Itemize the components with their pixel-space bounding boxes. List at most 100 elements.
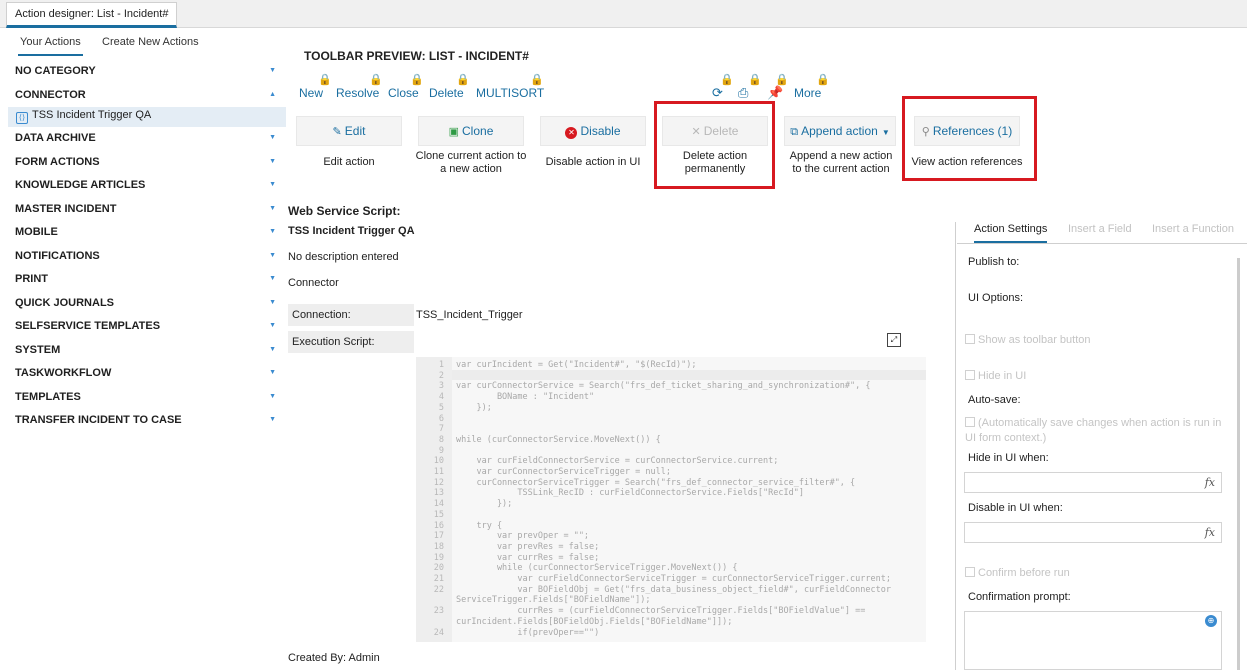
lock-icon: 🔒 (456, 74, 470, 86)
pin-icon[interactable]: 📌 (767, 85, 783, 101)
tab-insert-field[interactable]: Insert a Field (1068, 223, 1132, 241)
code-text: currRes = (curFieldConnectorServiceTrigg… (456, 606, 866, 617)
preview-more-button[interactable]: More (794, 86, 821, 100)
globe-icon[interactable]: ⊕ (1205, 615, 1217, 627)
preview-delete-button[interactable]: Delete (429, 86, 464, 100)
line-number: 23 (433, 606, 444, 617)
line-number: 15 (433, 509, 444, 520)
line-number: 22 (433, 584, 444, 595)
auto-save-checkbox[interactable]: (Automatically save changes when action … (965, 416, 1227, 446)
disable-button[interactable]: ✕ Disable (540, 116, 646, 146)
clone-icon: ▣ (448, 126, 460, 138)
category-selfservice-templates[interactable]: SELFSERVICE TEMPLATES ▼ (8, 317, 286, 341)
checkbox-box (965, 334, 975, 344)
pencil-icon: ✎ (332, 126, 342, 138)
code-text: if(prevOper=="") (456, 627, 600, 638)
chevron-down-icon: ▼ (269, 204, 276, 212)
document-tab-bar: Action designer: List - Incident# (0, 0, 1247, 28)
script-category: Connector (288, 277, 339, 289)
clone-button[interactable]: ▣ Clone (418, 116, 524, 146)
code-line: 6 (416, 414, 444, 424)
tab-create-new-actions[interactable]: Create New Actions (100, 36, 201, 54)
disable-when-input[interactable]: fx (964, 522, 1222, 543)
line-number: 3 (438, 381, 444, 392)
expand-icon[interactable]: ⤢ (887, 333, 901, 347)
line-number: 16 (433, 520, 444, 531)
lock-icon: 🔒 (816, 74, 830, 86)
line-number: 2 (438, 370, 444, 381)
tab-insert-function[interactable]: Insert a Function (1152, 223, 1234, 241)
category-taskworkflow[interactable]: TASKWORKFLOW ▼ (8, 364, 286, 388)
chevron-down-icon: ▼ (269, 228, 276, 235)
chevron-up-icon: ▲ (269, 90, 276, 98)
code-line: 15 (416, 510, 444, 520)
code-line: 21 var curFieldConnectorServiceTrigger =… (416, 574, 891, 584)
function-icon[interactable]: fx (1205, 526, 1215, 539)
preview-multisort-button[interactable]: MULTISORT (476, 86, 544, 100)
code-line: 16 try { (416, 520, 502, 531)
show-toolbar-checkbox[interactable]: Show as toolbar button (965, 334, 1091, 346)
chevron-down-icon: ▼ (269, 134, 276, 141)
code-text: curConnectorServiceTrigger = Search("frs… (456, 477, 856, 488)
preview-resolve-button[interactable]: Resolve (336, 86, 379, 100)
category-mobile[interactable]: MOBILE ▼ (8, 223, 286, 247)
category-master-incident[interactable]: MASTER INCIDENT ▼ (8, 200, 286, 224)
preview-close-button[interactable]: Close (388, 86, 419, 100)
append-action-button[interactable]: ⧉ Append action ▼ (784, 116, 896, 146)
confirm-before-run-checkbox[interactable]: Confirm before run (965, 567, 1070, 579)
script-description: No description entered (288, 251, 399, 263)
tab-action-settings[interactable]: Action Settings (974, 223, 1048, 243)
code-line: 17 var prevOper = ""; (416, 531, 589, 542)
chevron-down-icon: ▼ (269, 298, 276, 306)
tab-action-designer[interactable]: Action designer: List - Incident# (6, 2, 178, 28)
line-number: 18 (433, 541, 444, 552)
code-line: 24 if(prevOper=="") (416, 627, 600, 638)
refresh-icon[interactable]: ⟳ (712, 85, 723, 101)
hide-when-input[interactable]: fx (964, 472, 1222, 493)
confirmation-prompt-input[interactable]: ⊕ (964, 611, 1222, 670)
line-number: 5 (438, 402, 444, 413)
lock-icon: 🔒 (748, 74, 762, 86)
hide-in-ui-checkbox[interactable]: Hide in UI (965, 370, 1026, 382)
tab-your-actions[interactable]: Your Actions (18, 36, 83, 56)
category-no-category[interactable]: NO CATEGORY ▼ (8, 62, 286, 86)
chevron-down-icon: ▼ (269, 67, 276, 74)
code-editor[interactable]: 1 var curIncident = Get("Incident#", "$(R… (416, 357, 926, 642)
category-quick-journals[interactable]: QUICK JOURNALS ▼ (8, 294, 286, 318)
line-number: 17 (433, 531, 444, 542)
chevron-down-icon: ▼ (269, 157, 276, 165)
line-number: 4 (438, 392, 444, 403)
settings-tabs-divider (957, 243, 1247, 244)
category-data-archive[interactable]: DATA ARCHIVE ▼ (8, 129, 286, 153)
code-line: 2 (416, 371, 444, 381)
clone-description: Clone current action to a new action (415, 150, 527, 175)
category-print[interactable]: PRINT ▼ (8, 270, 286, 294)
action-item-tss-incident-trigger[interactable]: ⟨⟩ TSS Incident Trigger QA (8, 107, 286, 127)
category-connector[interactable]: CONNECTOR ▲ (8, 86, 286, 110)
line-number: 1 (438, 360, 444, 370)
print-icon[interactable]: ⎙ (738, 85, 748, 101)
line-number: 14 (433, 499, 444, 510)
chevron-down-icon: ▼ (269, 251, 276, 259)
preview-new-button[interactable]: New (299, 86, 323, 100)
category-transfer-incident-to-case[interactable]: TRANSFER INCIDENT TO CASE ▼ (8, 411, 286, 435)
code-line: 18 var prevRes = false; (416, 541, 600, 552)
code-line: 20 while (curConnectorServiceTrigger.Mov… (416, 563, 738, 573)
ui-options-label: UI Options: (968, 292, 1024, 304)
line-number: 24 (433, 627, 444, 638)
code-text: TSSLink_RecID : curFieldConnectorService… (456, 488, 804, 499)
category-form-actions[interactable]: FORM ACTIONS ▼ (8, 153, 286, 177)
category-system[interactable]: SYSTEM ▼ (8, 341, 286, 365)
category-templates[interactable]: TEMPLATES ▼ (8, 388, 286, 412)
edit-button[interactable]: ✎ Edit (296, 116, 402, 146)
category-notifications[interactable]: NOTIFICATIONS ▼ (8, 247, 286, 271)
code-line: 23 currRes = (curFieldConnectorServiceTr… (416, 606, 866, 617)
function-icon[interactable]: fx (1205, 476, 1215, 489)
category-knowledge-articles[interactable]: KNOWLEDGE ARTICLES ▼ (8, 176, 286, 200)
chevron-down-icon: ▼ (269, 345, 276, 353)
line-number: 8 (438, 434, 444, 445)
code-text: var curFieldConnectorServiceTrigger = cu… (456, 574, 891, 584)
settings-panel-divider (955, 222, 956, 670)
settings-scrollbar[interactable] (1237, 258, 1240, 670)
active-line-highlight (452, 370, 926, 380)
